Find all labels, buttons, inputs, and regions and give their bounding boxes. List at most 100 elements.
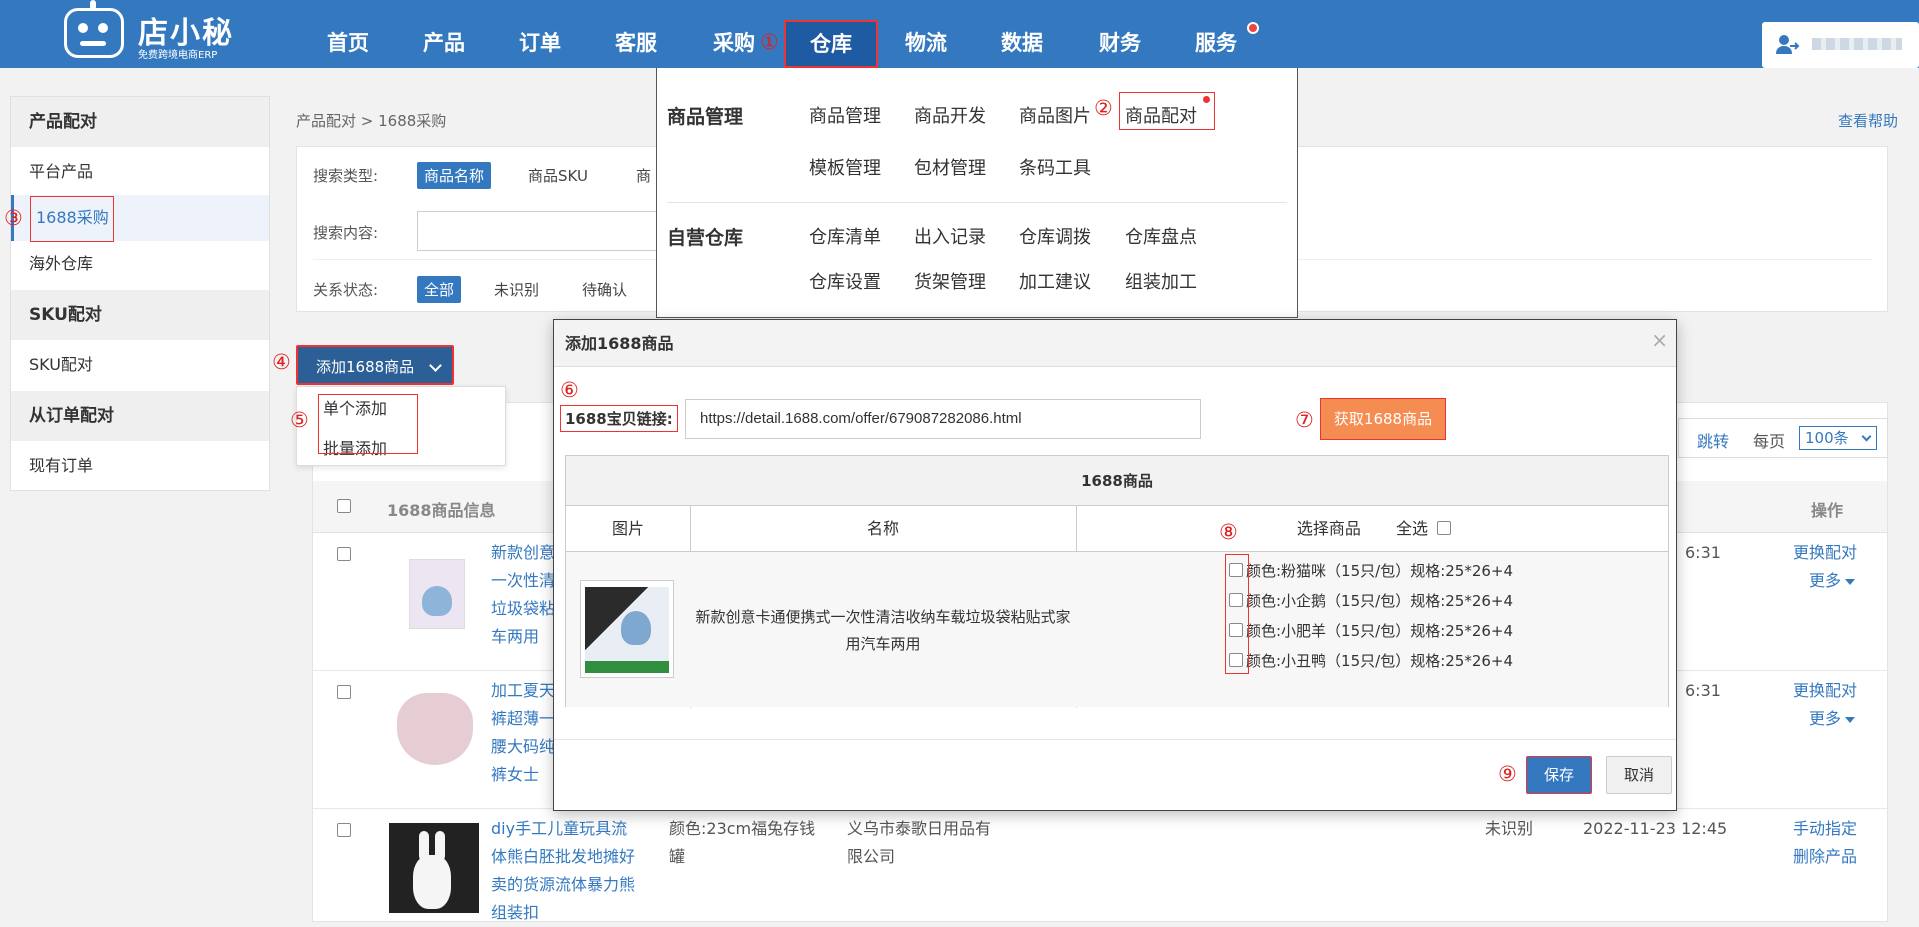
nav-orders[interactable]: 订单 <box>492 0 588 68</box>
status-label: 关系状态: <box>313 281 379 299</box>
left-sidebar: 产品配对 平台产品 1688采购 海外仓库 SKU配对 SKU配对 从订单配对 … <box>10 96 270 491</box>
logo[interactable]: 店小秘 免费跨境电商ERP <box>64 0 234 62</box>
change-pair-link[interactable]: 更换配对 <box>1793 677 1857 705</box>
product-thumbnail <box>409 559 465 629</box>
search-type-name[interactable]: 商品名称 <box>417 162 492 189</box>
per-page-select[interactable]: 100条 <box>1799 426 1877 450</box>
annotation-7: ⑦ <box>1295 408 1314 432</box>
status-unrecognized[interactable]: 未识别 <box>487 276 546 303</box>
dialog-title: 添加1688商品 <box>554 320 1676 367</box>
menu-item-product-development[interactable]: 商品开发 <box>914 102 986 128</box>
nav-data[interactable]: 数据 <box>974 0 1070 68</box>
user-name-blurred <box>1812 38 1902 50</box>
logo-subtitle: 免费跨境电商ERP <box>138 50 218 61</box>
annotation-4: ④ <box>272 350 291 374</box>
highlight-1688-purchase <box>30 196 114 242</box>
notification-dot <box>1247 22 1259 34</box>
nav-warehouse[interactable]: 仓库 <box>784 20 878 68</box>
annotation-3: ③ <box>4 206 23 230</box>
nav-finance[interactable]: 财务 <box>1072 0 1168 68</box>
link-label: 1688宝贝链接: <box>560 405 678 432</box>
nav-services[interactable]: 服务 <box>1168 0 1264 68</box>
row-time: 6:31 <box>1685 681 1721 700</box>
menu-item-warehouse-list[interactable]: 仓库清单 <box>809 223 881 249</box>
nav-service[interactable]: 客服 <box>588 0 684 68</box>
annotation-1: ① <box>760 30 779 54</box>
row-checkbox[interactable] <box>337 547 351 561</box>
nav-products[interactable]: 产品 <box>396 0 492 68</box>
product-spec: 颜色:23cm福兔存钱罐 <box>669 819 816 866</box>
sidebar-section-product-pair: 产品配对 <box>11 97 269 147</box>
header-select: 选择商品 全选 <box>1076 506 1668 552</box>
annotation-5: ⑤ <box>290 408 309 432</box>
variant-option[interactable]: 颜色:小企鹅（15只/包）规格:25*26+4 <box>1229 590 1513 611</box>
sidebar-item-existing-orders[interactable]: 现有订单 <box>11 443 269 489</box>
annotation-2: ② <box>1094 96 1113 120</box>
select-all-checkbox[interactable] <box>1437 520 1452 535</box>
user-switch-icon <box>1776 35 1800 54</box>
annotation-8: ⑧ <box>1219 520 1238 544</box>
search-type-label: 搜索类型: <box>313 167 379 185</box>
product-link-input[interactable]: https://detail.1688.com/offer/6790872820… <box>685 399 1201 439</box>
sidebar-item-sku-pair[interactable]: SKU配对 <box>11 342 269 388</box>
product-title[interactable]: diy手工儿童玩具流 体熊白胚批发地摊好 卖的货源流体暴力熊 组装扣 <box>491 815 635 927</box>
footer-divider <box>554 739 1676 740</box>
product-title[interactable]: 新款创意 一次性清 垃圾袋粘 车两用 <box>491 539 555 651</box>
status-all[interactable]: 全部 <box>417 276 462 303</box>
menu-item-inventory-count[interactable]: 仓库盘点 <box>1125 223 1197 249</box>
status-pending[interactable]: 待确认 <box>575 276 634 303</box>
sidebar-item-platform-products[interactable]: 平台产品 <box>11 149 269 195</box>
more-link[interactable]: 更多 <box>1809 567 1856 595</box>
search-input[interactable] <box>417 211 667 251</box>
menu-item-warehouse-transfer[interactable]: 仓库调拨 <box>1019 223 1091 249</box>
warehouse-dropdown-menu: 商品管理 商品管理 商品开发 商品图片 商品配对 ② 模板管理 包材管理 条码工… <box>656 68 1298 318</box>
nav-home[interactable]: 首页 <box>300 0 396 68</box>
more-link[interactable]: 更多 <box>1809 705 1856 733</box>
menu-item-product-images[interactable]: 商品图片 <box>1019 102 1091 128</box>
variant-option[interactable]: 颜色:小肥羊（15只/包）规格:25*26+4 <box>1229 620 1513 641</box>
menu-item-packaging[interactable]: 包材管理 <box>914 154 986 180</box>
search-type-more[interactable]: 商 <box>629 162 658 189</box>
sidebar-section-order-pair: 从订单配对 <box>11 391 269 441</box>
menu-item-assembly[interactable]: 组装加工 <box>1125 268 1197 294</box>
help-link[interactable]: 查看帮助 <box>1838 110 1898 131</box>
table-caption: 1688商品 <box>566 456 1668 506</box>
chevron-down-icon <box>1861 431 1872 442</box>
user-menu[interactable] <box>1762 22 1919 68</box>
nav-logistics[interactable]: 物流 <box>878 0 974 68</box>
row-checkbox[interactable] <box>337 685 351 699</box>
close-icon[interactable]: × <box>1651 328 1668 352</box>
highlight-add-menu <box>318 394 418 454</box>
search-type-sku[interactable]: 商品SKU <box>521 162 595 189</box>
header-actions: 操作 <box>1811 501 1844 520</box>
row-checkbox[interactable] <box>337 823 351 837</box>
variant-option[interactable]: 颜色:粉猫咪（15只/包）规格:25*26+4 <box>1229 560 1513 581</box>
fetched-product-table: 1688商品 图片 名称 选择商品 全选 新款创意卡通便携式一次性清洁收纳车载垃… <box>565 455 1669 708</box>
table-row: diy手工儿童玩具流 体熊白胚批发地摊好 卖的货源流体暴力熊 组装扣 颜色:23cm福… <box>313 809 1887 923</box>
menu-item-in-out-records[interactable]: 出入记录 <box>914 223 986 249</box>
menu-item-warehouse-settings[interactable]: 仓库设置 <box>809 268 881 294</box>
product-title[interactable]: 加工夏天 裤超薄一 腰大码纯 裤女士 <box>491 677 555 789</box>
sidebar-item-overseas-warehouse[interactable]: 海外仓库 <box>11 241 269 287</box>
menu-item-shelf-management[interactable]: 货架管理 <box>914 268 986 294</box>
add-1688-product-button[interactable]: 添加1688商品 <box>296 345 454 385</box>
menu-item-barcode-tools[interactable]: 条码工具 <box>1019 154 1091 180</box>
menu-item-product-management[interactable]: 商品管理 <box>809 102 881 128</box>
jump-link[interactable]: 跳转 <box>1697 428 1729 452</box>
fetch-1688-product-button[interactable]: 获取1688商品 <box>1320 398 1446 440</box>
product-name: 新款创意卡通便携式一次性清洁收纳车载垃圾袋粘贴式家用汽车两用 <box>695 608 1071 653</box>
cancel-button[interactable]: 取消 <box>1606 756 1672 794</box>
caret-down-icon <box>1845 578 1856 585</box>
variant-option[interactable]: 颜色:小丑鸭（15只/包）规格:25*26+4 <box>1229 650 1513 671</box>
delete-product-link[interactable]: 删除产品 <box>1793 843 1857 871</box>
menu-item-template-management[interactable]: 模板管理 <box>809 154 881 180</box>
annotation-6: ⑥ <box>560 378 579 402</box>
change-pair-link[interactable]: 更换配对 <box>1793 539 1857 567</box>
table-header: 图片 名称 选择商品 全选 <box>566 506 1668 552</box>
search-content-label: 搜索内容: <box>313 224 379 242</box>
menu-item-processing-advice[interactable]: 加工建议 <box>1019 268 1091 294</box>
save-button[interactable]: 保存 <box>1526 756 1592 794</box>
select-all-checkbox[interactable] <box>337 499 351 513</box>
manual-assign-link[interactable]: 手动指定 <box>1793 815 1857 843</box>
product-thumbnail <box>397 693 473 765</box>
